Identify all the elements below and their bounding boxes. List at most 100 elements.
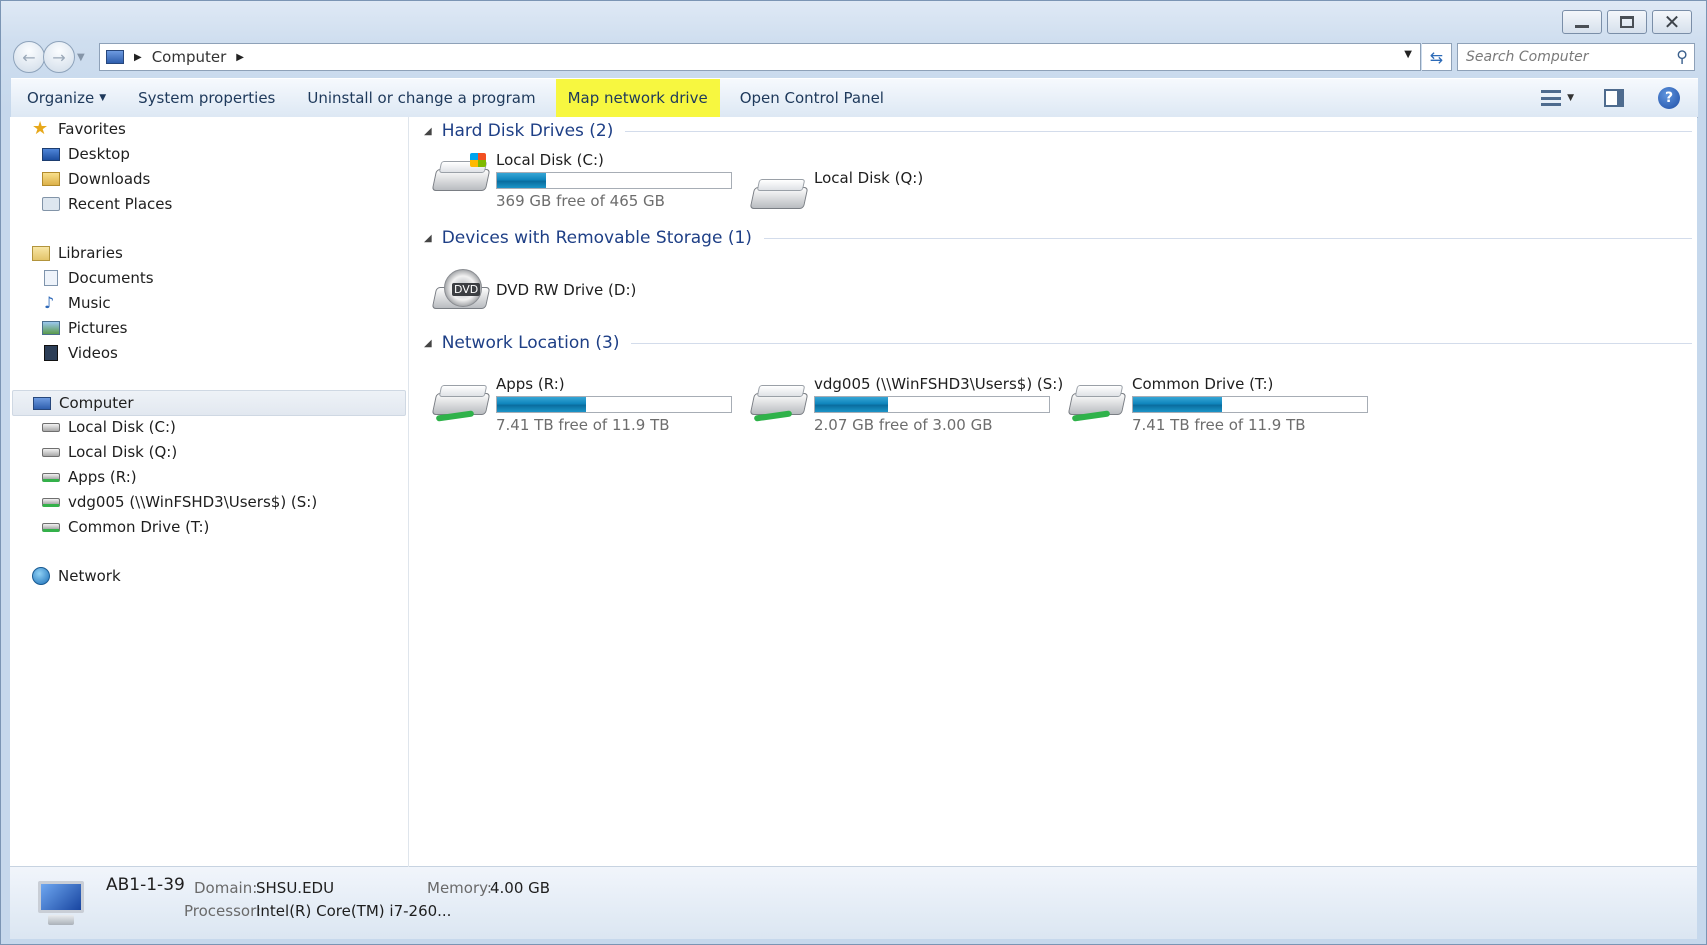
sidebar-item-label: Local Disk (Q:) <box>68 443 178 461</box>
sidebar-item-label: Favorites <box>58 120 126 138</box>
content-area: ★ Favorites Desktop Downloads Recent Plac… <box>10 117 1697 867</box>
downloads-folder-icon <box>42 172 60 186</box>
address-history-dropdown-icon[interactable]: ▼ <box>1404 49 1412 60</box>
libraries-icon <box>32 245 50 261</box>
sidebar-item-videos[interactable]: Videos <box>42 344 118 362</box>
computer-monitor-icon <box>34 877 88 929</box>
search-box[interactable]: ⚲ <box>1457 43 1695 71</box>
search-icon[interactable]: ⚲ <box>1676 47 1688 66</box>
sidebar-item-label: Network <box>58 567 121 585</box>
group-header-removable-storage[interactable]: ◢ Devices with Removable Storage (1) <box>424 228 1692 248</box>
view-dropdown-icon[interactable]: ▼ <box>1567 93 1574 103</box>
group-header-network-location[interactable]: ◢ Network Location (3) <box>424 333 1692 353</box>
drive-usage-bar <box>496 396 732 413</box>
sidebar-item-recent-places[interactable]: Recent Places <box>42 195 172 213</box>
sidebar-item-label: Common Drive (T:) <box>68 518 210 536</box>
processor-value: Intel(R) Core(TM) i7-260... <box>256 902 452 920</box>
network-drive-icon <box>42 522 60 532</box>
system-properties-button[interactable]: System properties <box>122 79 291 117</box>
sidebar-item-music[interactable]: ♪ Music <box>42 294 111 312</box>
breadcrumb-computer[interactable]: Computer <box>152 48 227 66</box>
forward-button[interactable]: → <box>43 41 75 73</box>
sidebar-item-label: Pictures <box>68 319 128 337</box>
sidebar-item-label: Computer <box>59 394 134 412</box>
close-button[interactable]: ✕ <box>1652 10 1692 34</box>
maximize-icon <box>1620 16 1634 28</box>
sidebar-item-pictures[interactable]: Pictures <box>42 319 127 337</box>
drive-common-drive-t[interactable]: Common Drive (T:) 7.41 TB free of 11.9 T… <box>1067 375 1368 434</box>
back-button[interactable]: ← <box>13 41 45 73</box>
recent-pages-dropdown-icon[interactable]: ▼ <box>77 52 85 63</box>
file-list: ◢ Hard Disk Drives (2) Local Disk (C:) 3… <box>410 117 1697 797</box>
dvd-drive-icon: DVD <box>431 269 491 319</box>
minimize-icon <box>1575 24 1589 28</box>
command-bar: Organize ▼ System properties Uninstall or… <box>11 78 1698 118</box>
collapse-triangle-icon[interactable]: ◢ <box>424 233 432 244</box>
sidebar-item-common-drive-t[interactable]: Common Drive (T:) <box>42 518 209 536</box>
drive-local-disk-q[interactable]: Local Disk (Q:) <box>749 169 924 219</box>
sidebar-item-desktop[interactable]: Desktop <box>42 145 130 163</box>
help-icon[interactable]: ? <box>1658 87 1680 109</box>
refresh-button[interactable]: ⇆ <box>1422 43 1452 71</box>
sidebar-item-apps-r[interactable]: Apps (R:) <box>42 468 137 486</box>
minimize-button[interactable] <box>1562 10 1602 34</box>
group-header-hard-disk-drives[interactable]: ◢ Hard Disk Drives (2) <box>424 121 1692 141</box>
sidebar-item-label: Apps (R:) <box>68 468 137 486</box>
breadcrumb-arrow-icon[interactable]: ▶ <box>134 52 142 63</box>
sidebar-item-local-disk-q[interactable]: Local Disk (Q:) <box>42 443 177 461</box>
drive-local-disk-c[interactable]: Local Disk (C:) 369 GB free of 465 GB <box>431 151 732 210</box>
drive-usage-bar <box>814 396 1050 413</box>
sidebar-item-label: Music <box>68 294 111 312</box>
sidebar-item-label: Desktop <box>68 145 130 163</box>
uninstall-program-button[interactable]: Uninstall or change a program <box>291 79 551 117</box>
hard-disk-icon <box>42 447 60 457</box>
maximize-button[interactable] <box>1607 10 1647 34</box>
collapse-triangle-icon[interactable]: ◢ <box>424 126 432 137</box>
network-drive-icon <box>749 375 809 425</box>
drive-free-space: 7.41 TB free of 11.9 TB <box>1132 416 1306 434</box>
network-drive-icon <box>1067 375 1127 425</box>
documents-icon <box>44 270 58 286</box>
collapse-triangle-icon[interactable]: ◢ <box>424 338 432 349</box>
sidebar-item-computer[interactable]: Computer <box>12 390 406 416</box>
map-network-drive-button[interactable]: Map network drive <box>555 79 720 117</box>
group-title: Hard Disk Drives (2) <box>441 121 614 141</box>
drive-free-space: 369 GB free of 465 GB <box>496 192 665 210</box>
drive-usage-fill <box>815 397 888 412</box>
drive-name: Local Disk (C:) <box>496 151 604 169</box>
breadcrumb-arrow-icon[interactable]: ▶ <box>236 52 244 63</box>
drive-usage-bar <box>496 172 732 189</box>
sidebar-item-network[interactable]: Network <box>32 567 121 585</box>
computer-icon <box>33 396 51 410</box>
address-bar[interactable]: ▶ Computer ▶ ▼ <box>99 43 1421 71</box>
change-view-icon[interactable] <box>1541 90 1562 106</box>
sidebar-item-libraries[interactable]: Libraries <box>32 244 123 262</box>
navigation-pane: ★ Favorites Desktop Downloads Recent Plac… <box>10 117 409 867</box>
drive-name: Local Disk (Q:) <box>814 169 924 187</box>
preview-pane-icon[interactable] <box>1604 89 1624 107</box>
drive-vdg005-s[interactable]: vdg005 (\\WinFSHD3\Users$) (S:) 2.07 GB … <box>749 375 1064 434</box>
group-title: Devices with Removable Storage (1) <box>441 228 752 248</box>
group-divider <box>763 237 1692 239</box>
drive-apps-r[interactable]: Apps (R:) 7.41 TB free of 11.9 TB <box>431 375 732 434</box>
organize-label: Organize <box>27 89 95 107</box>
sidebar-item-local-disk-c[interactable]: Local Disk (C:) <box>42 418 176 436</box>
sidebar-item-label: Local Disk (C:) <box>68 418 176 436</box>
network-globe-icon <box>32 567 50 585</box>
drive-name: vdg005 (\\WinFSHD3\Users$) (S:) <box>814 375 1064 393</box>
group-title: Network Location (3) <box>441 333 620 353</box>
drive-dvd-rw-d[interactable]: DVD DVD RW Drive (D:) <box>431 269 636 319</box>
videos-icon <box>44 345 58 361</box>
drive-free-space: 7.41 TB free of 11.9 TB <box>496 416 670 434</box>
caption-buttons: ✕ <box>1562 10 1692 34</box>
sidebar-item-documents[interactable]: Documents <box>42 269 154 287</box>
sidebar-item-vdg005-s[interactable]: vdg005 (\\WinFSHD3\Users$) (S:) <box>42 493 317 511</box>
sidebar-item-downloads[interactable]: Downloads <box>42 170 150 188</box>
organize-menu[interactable]: Organize ▼ <box>11 79 122 117</box>
computer-icon <box>106 50 124 64</box>
details-pane: AB1-1-39 Domain: SHSU.EDU Memory: 4.00 G… <box>10 867 1697 939</box>
open-control-panel-button[interactable]: Open Control Panel <box>724 79 900 117</box>
search-input[interactable] <box>1466 49 1666 65</box>
group-divider <box>625 130 1692 132</box>
sidebar-item-favorites[interactable]: ★ Favorites <box>32 120 126 139</box>
